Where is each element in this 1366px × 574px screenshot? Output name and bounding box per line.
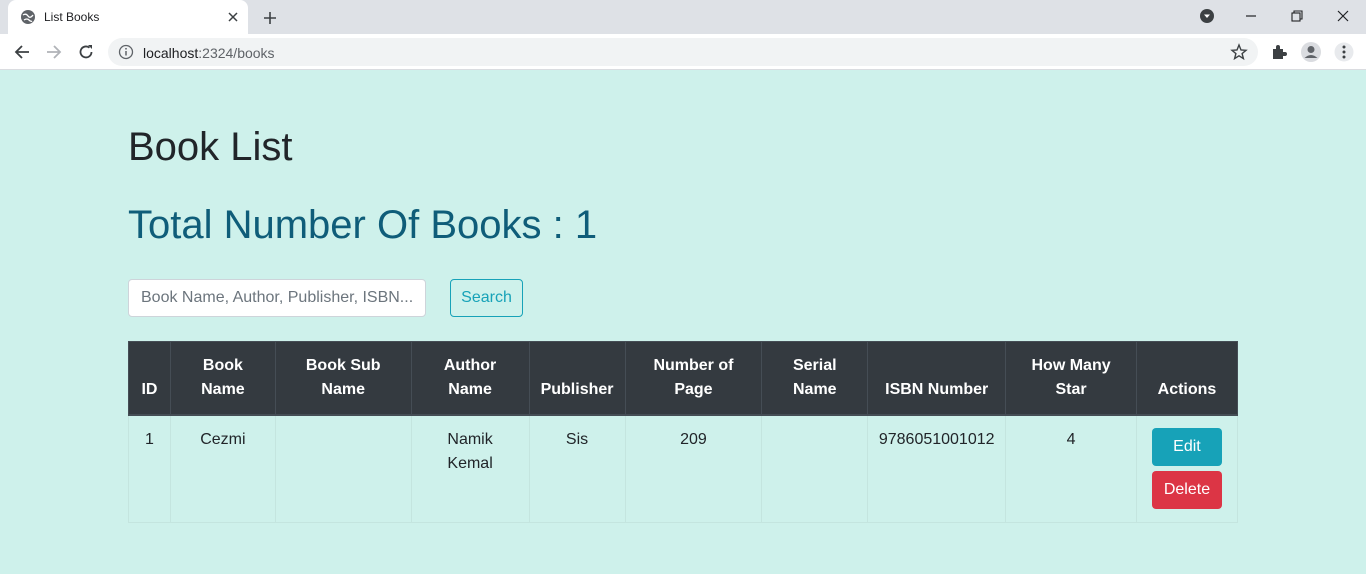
back-icon[interactable]: [9, 39, 35, 65]
header-id: ID: [128, 341, 171, 416]
delete-button[interactable]: Delete: [1151, 471, 1222, 509]
url-text: localhost:2324/books: [143, 45, 275, 61]
cell-serial-name: [761, 414, 869, 523]
cell-isbn-number: 9786051001012: [867, 414, 1007, 523]
cell-book-sub-name: [274, 414, 412, 523]
header-number-of-page: Number of Page: [624, 341, 763, 416]
header-book-name: Book Name: [169, 341, 276, 416]
table-row: 1 Cezmi Namik Kemal Sis 209 978605100101…: [128, 414, 1239, 523]
info-icon[interactable]: [118, 44, 134, 60]
address-bar[interactable]: localhost:2324/books: [108, 38, 1258, 66]
browser-toolbar: localhost:2324/books: [0, 34, 1366, 70]
table-header-row: ID Book Name Book Sub Name Author Name P…: [128, 341, 1239, 416]
cell-id: 1: [128, 414, 171, 523]
header-serial-name: Serial Name: [761, 341, 869, 416]
header-how-many-star: How Many Star: [1005, 341, 1137, 416]
browser-tab[interactable]: List Books: [8, 0, 248, 34]
search-button[interactable]: Search: [450, 279, 523, 317]
minimize-icon[interactable]: [1237, 4, 1265, 28]
close-icon[interactable]: [224, 8, 242, 26]
globe-icon: [20, 9, 36, 25]
plus-icon[interactable]: [258, 6, 282, 30]
reload-icon[interactable]: [73, 39, 99, 65]
books-table: ID Book Name Book Sub Name Author Name P…: [128, 341, 1239, 523]
forward-icon[interactable]: [41, 39, 67, 65]
url-host: localhost: [143, 45, 199, 61]
header-publisher: Publisher: [528, 341, 626, 416]
cell-publisher: Sis: [528, 414, 626, 523]
restore-icon[interactable]: [1283, 4, 1311, 28]
cell-author-name: Namik Kemal: [410, 414, 530, 523]
url-path: :2324/books: [198, 45, 275, 61]
total-books-heading: Total Number Of Books : 1: [128, 203, 598, 247]
header-author-name: Author Name: [410, 341, 530, 416]
profile-dropdown-icon[interactable]: [1193, 4, 1221, 28]
cell-how-many-star: 4: [1005, 414, 1137, 523]
search-input[interactable]: [128, 279, 426, 317]
menu-icon[interactable]: [1332, 40, 1356, 64]
extensions-icon[interactable]: [1267, 40, 1291, 64]
header-book-sub-name: Book Sub Name: [274, 341, 412, 416]
star-icon[interactable]: [1230, 43, 1248, 61]
avatar-icon[interactable]: [1299, 40, 1323, 64]
cell-actions: Edit Delete: [1135, 414, 1239, 523]
header-isbn-number: ISBN Number: [867, 341, 1007, 416]
cell-book-name: Cezmi: [169, 414, 276, 523]
page-title: Book List: [128, 125, 293, 169]
edit-button[interactable]: Edit: [1151, 428, 1222, 466]
tab-title: List Books: [44, 10, 100, 24]
header-actions: Actions: [1135, 341, 1239, 416]
cell-number-of-page: 209: [624, 414, 763, 523]
tab-strip: List Books: [0, 0, 1366, 34]
close-window-icon[interactable]: [1329, 4, 1357, 28]
